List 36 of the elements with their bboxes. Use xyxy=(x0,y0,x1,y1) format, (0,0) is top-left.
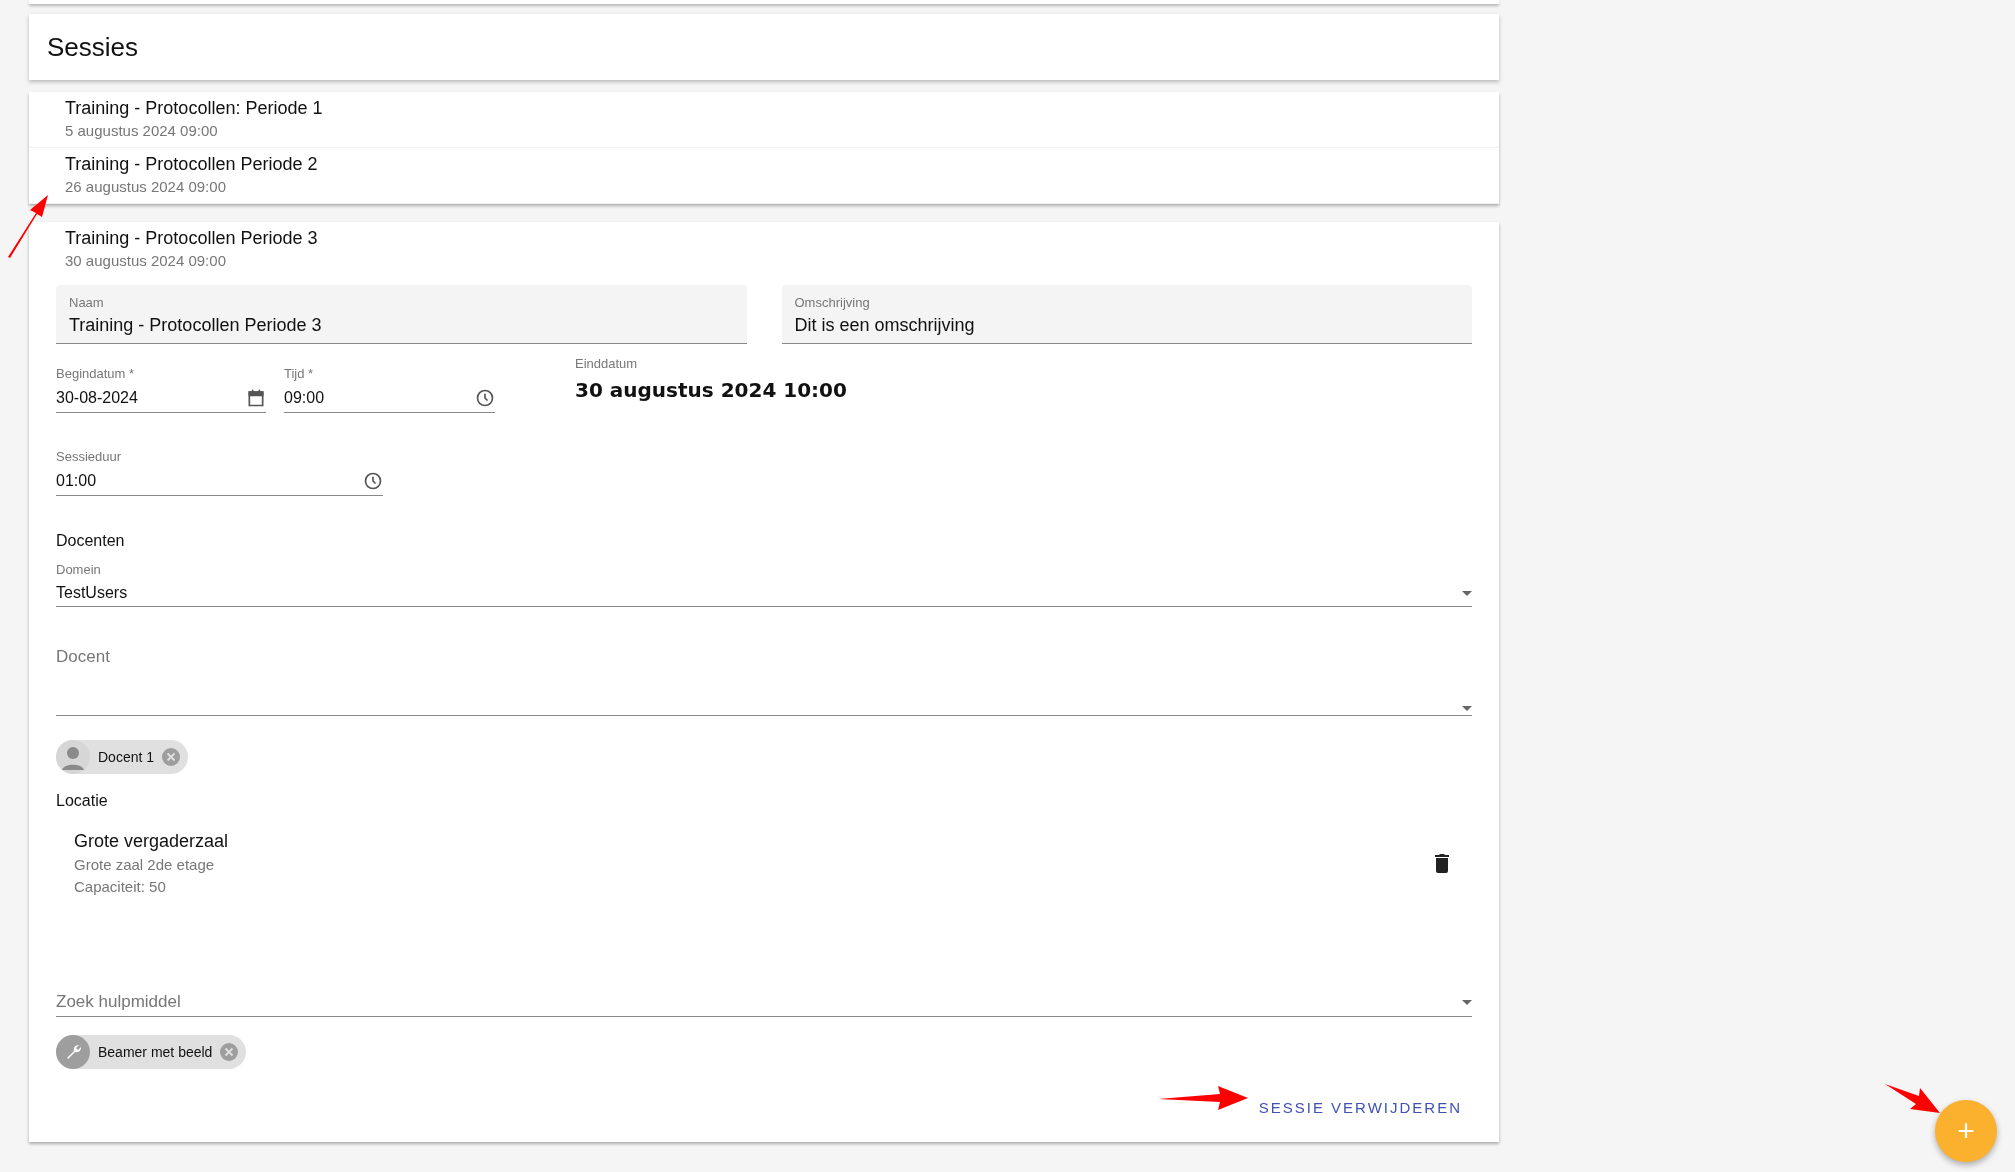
session-title[interactable]: Training - Protocollen Periode 3 xyxy=(65,226,1499,250)
clock-icon[interactable] xyxy=(475,388,495,408)
location-capacity: Capaciteit: 50 xyxy=(74,877,167,897)
trash-icon[interactable] xyxy=(1434,853,1450,873)
end-date-value: 30 augustus 2024 10:00 xyxy=(575,378,847,402)
time-field[interactable]: Tijd * 09:00 xyxy=(284,366,495,413)
avatar-icon xyxy=(56,740,90,774)
start-date-field[interactable]: Begindatum * 30-08-2024 xyxy=(56,366,266,413)
session-date: 5 augustus 2024 09:00 xyxy=(65,121,219,141)
teacher-select[interactable]: Docent xyxy=(56,647,1472,716)
annotation-arrow xyxy=(6,193,50,259)
teacher-chip[interactable]: Docent 1 xyxy=(56,740,189,774)
end-date-label: Einddatum xyxy=(575,356,639,372)
description-field[interactable]: Omschrijving Dit is een omschrijving xyxy=(781,285,1472,344)
dropdown-caret-icon[interactable] xyxy=(1462,999,1472,1005)
wrench-icon xyxy=(56,1035,90,1069)
name-field[interactable]: Naam Training - Protocollen Periode 3 xyxy=(56,285,747,344)
session-date: 26 augustus 2024 09:00 xyxy=(65,177,227,197)
location-heading: Locatie xyxy=(56,792,109,810)
dropdown-caret-icon[interactable] xyxy=(1462,706,1472,711)
section-title: Sessies xyxy=(47,31,139,63)
aid-search-field[interactable]: Zoek hulpmiddel xyxy=(56,986,1472,1017)
location-name: Grote vergaderzaal xyxy=(74,830,229,853)
location-description: Grote zaal 2de etage xyxy=(74,855,216,875)
session-title[interactable]: Training - Protocollen Periode 2 xyxy=(65,152,1499,176)
duration-field[interactable]: Sessieduur 01:00 xyxy=(56,449,383,496)
domain-select[interactable]: Domein TestUsers xyxy=(56,562,1472,607)
dropdown-caret-icon[interactable] xyxy=(1462,590,1472,596)
aid-chip[interactable]: Beamer met beeld xyxy=(56,1035,247,1069)
teachers-heading: Docenten xyxy=(56,532,126,550)
calendar-icon[interactable] xyxy=(246,388,266,408)
clock-icon[interactable] xyxy=(363,471,383,491)
annotation-arrow xyxy=(1885,1083,1941,1115)
session-date: 30 augustus 2024 09:00 xyxy=(65,251,227,271)
delete-session-button[interactable]: SESSIE VERWIJDEREN xyxy=(1248,1091,1472,1124)
session-title[interactable]: Training - Protocollen: Periode 1 xyxy=(65,96,1499,120)
